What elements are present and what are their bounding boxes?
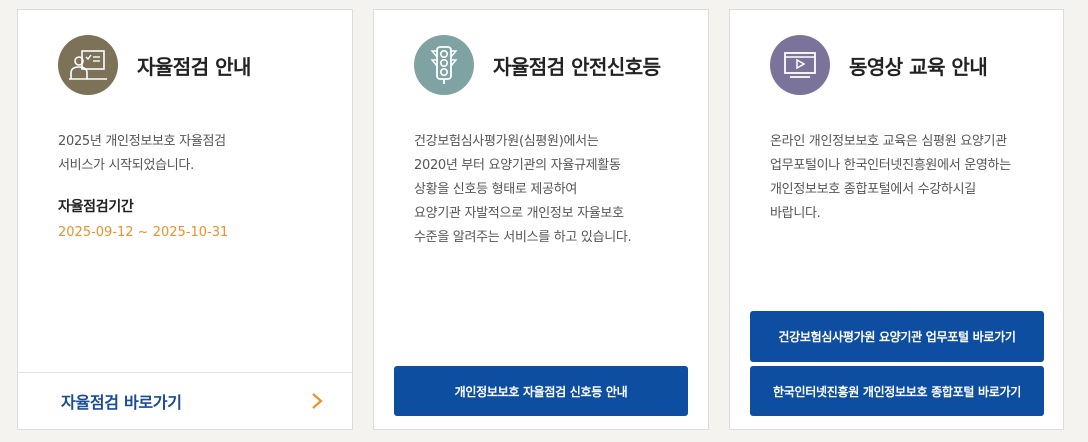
link-label: 자율점검 바로가기 (61, 393, 182, 412)
traffic-light-icon (414, 35, 474, 95)
video-education-card: 동영상 교육 안내 온라인 개인정보보호 교육은 심평원 요양기관 업무포털이나… (729, 9, 1064, 430)
chevron-right-icon (312, 393, 323, 409)
card-title: 자율점검 안내 (137, 55, 251, 79)
card-description: 2025년 개인정보보호 자율점검 서비스가 시작되었습니다. (58, 134, 226, 173)
inspection-period-label: 자율점검기간 (58, 199, 134, 215)
signal-guide-button[interactable]: 개인정보보호 자율점검 신호등 안내 (394, 366, 688, 416)
self-inspection-shortcut-link[interactable]: 자율점검 바로가기 (18, 373, 352, 429)
card-description: 건강보험심사평가원(심평원)에서는 2020년 부터 요양기관의 자율규제활동 … (414, 134, 632, 245)
presentation-icon (58, 35, 118, 95)
kisa-portal-button[interactable]: 한국인터넷진흥원 개인정보보호 종합포털 바로가기 (750, 366, 1044, 416)
safety-signal-card: 자율점검 안전신호등 건강보험심사평가원(심평원)에서는 2020년 부터 요양… (373, 9, 709, 430)
card-title: 동영상 교육 안내 (849, 55, 988, 79)
hira-portal-button[interactable]: 건강보험심사평가원 요양기관 업무포털 바로가기 (750, 311, 1044, 362)
card-title: 자율점검 안전신호등 (493, 55, 661, 79)
inspection-period-value: 2025-09-12 ~ 2025-10-31 (58, 225, 229, 240)
video-player-icon (770, 35, 830, 95)
self-inspection-guide-card: 자율점검 안내 2025년 개인정보보호 자율점검 서비스가 시작되었습니다. … (17, 9, 353, 430)
card-description: 온라인 개인정보보호 교육은 심평원 요양기관 업무포털이나 한국인터넷진흥원에… (770, 134, 1011, 221)
